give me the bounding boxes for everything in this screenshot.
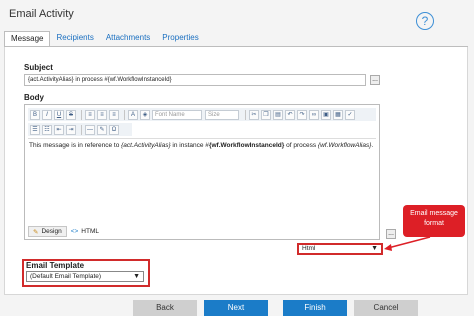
underline-icon[interactable]: U	[54, 109, 64, 120]
numbered-list-icon[interactable]: ☰	[30, 124, 40, 135]
content-text: This message is in reference to	[29, 142, 122, 149]
copy-icon[interactable]: ❐	[261, 109, 271, 120]
annotation-callout: Email message format	[403, 205, 465, 237]
bold-icon[interactable]: B	[30, 109, 40, 120]
toolbar-separator	[124, 109, 125, 120]
chevron-down-icon: ▼	[371, 245, 378, 252]
content-text: in instance #	[170, 142, 209, 149]
editor-mode-bar: ✎ Design <> HTML	[28, 226, 103, 238]
subject-label: Subject	[24, 63, 53, 72]
align-left-icon[interactable]: ≡	[85, 109, 95, 120]
tab-recipients[interactable]: Recipients	[50, 31, 99, 47]
toolbar-separator	[81, 124, 82, 135]
finish-button[interactable]: Finish	[283, 300, 347, 316]
html-mode-label: HTML	[81, 228, 99, 235]
paste-icon[interactable]: ▤	[273, 109, 283, 120]
table-icon[interactable]: ▦	[333, 109, 343, 120]
font-color-icon[interactable]: A	[128, 109, 138, 120]
editor-content[interactable]: This message is in reference to {act.Act…	[28, 138, 376, 218]
indent-icon[interactable]: ⇥	[66, 124, 76, 135]
format-painter-icon[interactable]: ✎	[97, 124, 107, 135]
activity-alias-token: {act.ActivityAlias}	[121, 142, 171, 149]
rich-text-editor: B I U S ≡ ≡ ≡ A ◈ Font Name Size ✂ ❐ ▤ ↶…	[24, 104, 380, 240]
italic-icon[interactable]: I	[42, 109, 52, 120]
email-template-select[interactable]: (Default Email Template) ▼	[26, 271, 144, 282]
symbol-icon[interactable]: Ω	[109, 124, 119, 135]
chevron-down-icon: ▼	[133, 273, 140, 280]
instance-id-token: {wf.WorkflowInstanceId}	[208, 142, 285, 149]
subject-expression-button[interactable]: ...	[370, 75, 380, 85]
image-icon[interactable]: ▣	[321, 109, 331, 120]
subject-input[interactable]: {act.ActivityAlias} in process #{wf.Work…	[24, 74, 366, 86]
next-button[interactable]: Next	[204, 300, 268, 316]
outdent-icon[interactable]: ⇤	[54, 124, 64, 135]
bullet-list-icon[interactable]: ☷	[42, 124, 52, 135]
cancel-button[interactable]: Cancel	[354, 300, 418, 316]
html-mode-tab[interactable]: <> HTML	[67, 226, 103, 237]
content-text: of process	[284, 142, 318, 149]
editor-toolbar-row-1: B I U S ≡ ≡ ≡ A ◈ Font Name Size ✂ ❐ ▤ ↶…	[28, 108, 376, 121]
toolbar-separator	[245, 109, 246, 120]
undo-icon[interactable]: ↶	[285, 109, 295, 120]
redo-icon[interactable]: ↷	[297, 109, 307, 120]
help-icon[interactable]: ?	[416, 12, 434, 30]
tab-properties[interactable]: Properties	[156, 31, 204, 47]
pencil-icon: ✎	[33, 228, 39, 236]
link-icon[interactable]: ∞	[309, 109, 319, 120]
body-expression-button[interactable]: ...	[386, 229, 396, 239]
font-size-dropdown[interactable]: Size	[205, 109, 239, 120]
design-mode-tab[interactable]: ✎ Design	[28, 226, 67, 237]
template-select-value: (Default Email Template)	[30, 273, 102, 280]
align-right-icon[interactable]: ≡	[109, 109, 119, 120]
design-mode-label: Design	[41, 228, 62, 235]
content-text: .	[371, 142, 374, 149]
body-label: Body	[24, 93, 44, 102]
align-center-icon[interactable]: ≡	[97, 109, 107, 120]
format-select-value: Html	[302, 245, 316, 252]
font-name-dropdown[interactable]: Font Name	[152, 109, 202, 120]
tab-strip: Message Recipients Attachments Propertie…	[4, 31, 205, 47]
spellcheck-icon[interactable]: ✓	[345, 109, 355, 120]
workflow-alias-token: {wf.WorkflowAlias}	[317, 142, 372, 149]
code-brackets-icon: <>	[70, 228, 79, 235]
back-button[interactable]: Back	[133, 300, 197, 316]
tab-attachments[interactable]: Attachments	[100, 31, 156, 47]
cut-icon[interactable]: ✂	[249, 109, 259, 120]
toolbar-separator	[81, 109, 82, 120]
window-title: Email Activity	[9, 8, 74, 20]
strikethrough-icon[interactable]: S	[66, 109, 76, 120]
email-template-label: Email Template	[26, 261, 85, 270]
highlight-color-icon[interactable]: ◈	[140, 109, 150, 120]
tab-message[interactable]: Message	[4, 31, 51, 47]
editor-toolbar-row-2: ☰ ☷ ⇤ ⇥ ― ✎ Ω	[28, 123, 132, 136]
horizontal-rule-icon[interactable]: ―	[85, 124, 95, 135]
message-format-select[interactable]: Html ▼	[297, 243, 383, 255]
